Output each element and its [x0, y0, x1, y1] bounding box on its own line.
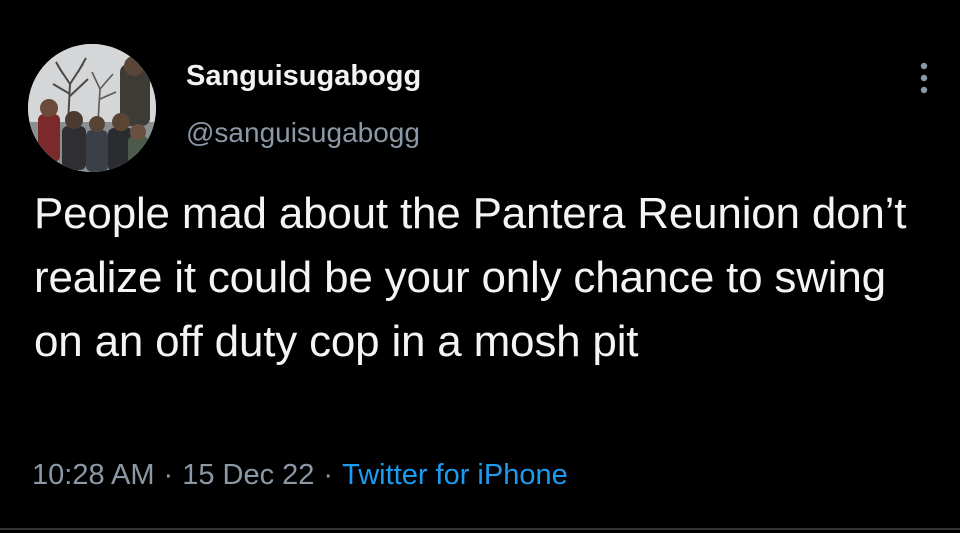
more-options-button[interactable]	[904, 56, 944, 100]
group-photo-avatar-icon	[28, 44, 156, 172]
meta-separator: ·	[163, 459, 174, 491]
tweet-meta: 10:28 AM · 15 Dec 22 · Twitter for iPhone	[32, 459, 568, 492]
author-display-name[interactable]: Sanguisugabogg	[186, 60, 421, 93]
tweet-source-link[interactable]: Twitter for iPhone	[342, 459, 568, 491]
tweet-text: People mad about the Pantera Reunion don…	[34, 189, 907, 366]
more-vertical-icon	[920, 62, 928, 94]
author-handle[interactable]: @sanguisugabogg	[186, 117, 420, 149]
tweet-card: Sanguisugabogg @sanguisugabogg People ma…	[0, 0, 960, 533]
divider	[0, 528, 960, 530]
tweet-time[interactable]: 10:28 AM	[32, 459, 155, 491]
meta-separator: ·	[323, 459, 334, 491]
avatar[interactable]	[28, 44, 156, 172]
tweet-date[interactable]: 15 Dec 22	[182, 459, 314, 491]
